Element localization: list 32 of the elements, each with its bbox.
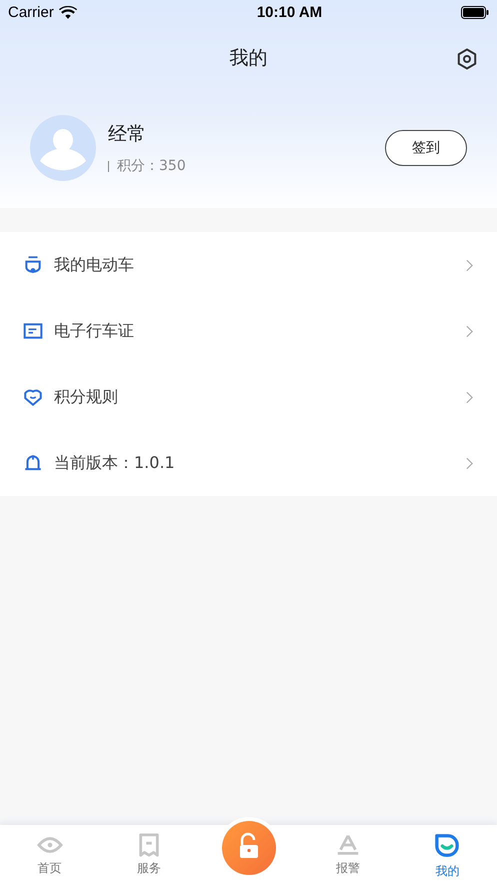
chevron-icon [466, 258, 473, 272]
check-in-button[interactable]: 签到 [385, 130, 467, 166]
id-card-icon [23, 321, 43, 341]
battery-icon [461, 6, 489, 19]
menu-label: 当前版本：1.0.1 [54, 452, 176, 474]
menu-item[interactable]: 积分规则 [0, 364, 497, 430]
avatar-icon [30, 115, 96, 181]
wifi-icon [58, 6, 77, 20]
settings-icon[interactable] [456, 48, 478, 70]
chevron-icon [466, 456, 473, 470]
menu-item[interactable]: 电子行车证 [0, 298, 497, 364]
bell-icon [23, 453, 43, 473]
menu-item[interactable]: 我的电动车 [0, 232, 497, 298]
menu-label: 电子行车证 [54, 320, 135, 342]
tab-item[interactable]: 首页 [0, 825, 100, 883]
clock-time: 10:10 AM [256, 4, 322, 21]
chevron-icon [466, 390, 473, 404]
menu-item[interactable]: 当前版本：1.0.1 [0, 430, 497, 496]
carrier-label: Carrier [8, 4, 54, 21]
menu-label: 我的电动车 [54, 254, 135, 276]
points-text: 积分：350 [117, 157, 186, 175]
heart-icon [23, 387, 43, 407]
tab-item[interactable]: 我的 [398, 825, 497, 883]
smile-icon [434, 833, 460, 858]
divider-mark [108, 160, 109, 172]
page-title: 我的 [230, 46, 268, 71]
tab-item[interactable]: 服务 [99, 825, 199, 883]
scooter-icon [23, 255, 43, 275]
tab-item[interactable]: 报警 [298, 825, 398, 883]
menu-label: 积分规则 [54, 386, 119, 408]
user-name: 经常 [108, 122, 147, 147]
chevron-icon [466, 324, 473, 338]
